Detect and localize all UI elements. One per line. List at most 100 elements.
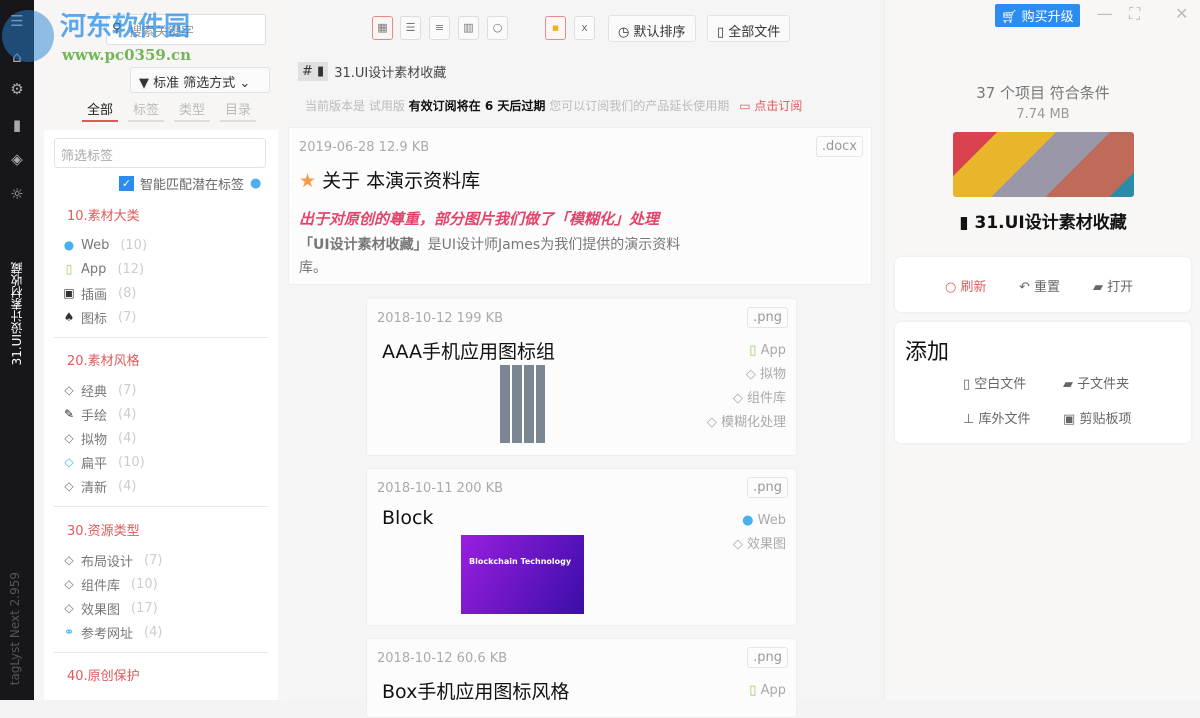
search-icon: ⚲ <box>112 21 122 36</box>
filter-tabs: 全部 标签 类型 目录 <box>82 99 256 122</box>
list-view-button[interactable]: ☰ <box>400 16 421 40</box>
tag-item[interactable]: ◇组件库(10) <box>54 572 268 596</box>
tag-item[interactable]: ◇效果图(17) <box>54 596 268 620</box>
filter-mode-dropdown[interactable]: ▼ 标准 筛选方式 ⌄ <box>130 67 270 93</box>
tag-list-card: 筛选标签 ✓智能匹配潜在标签● 10.素材大类 ●Web(10)▯App(12)▣… <box>44 130 278 700</box>
tag-web[interactable]: ● Web <box>733 509 786 533</box>
refresh-button[interactable]: ○ 刷新 <box>945 276 987 295</box>
tab-folders[interactable]: 目录 <box>220 99 256 122</box>
all-files-button[interactable]: ▯ 全部文件 <box>707 15 790 42</box>
tag-item-label: 拟物 <box>81 429 107 448</box>
masonry-view-button[interactable]: ▥ <box>458 16 479 40</box>
link-icon: ⚭ <box>62 625 76 639</box>
tab-tags[interactable]: 标签 <box>128 99 164 122</box>
tag-item[interactable]: ●Web(10) <box>54 233 268 257</box>
tag-icon[interactable]: ◈ <box>8 150 26 168</box>
folder-toggle-button[interactable]: ▪ <box>545 16 566 40</box>
item-count: 37 个项目 符合条件 <box>885 82 1200 103</box>
filter-tags-input[interactable]: 筛选标签 <box>54 138 266 168</box>
tag-item-label: 扁平 <box>81 453 107 472</box>
trial-notice: 当前版本是 试用版 有效订阅将在 6 天后过期 您可以订阅我们的产品延长使用期▭… <box>305 97 802 114</box>
tag-app[interactable]: ▯ App <box>707 339 786 363</box>
tag-icon: ◇ <box>746 367 756 382</box>
doc-card[interactable]: 2018-10-11 200 KB .png Block Blockchain … <box>366 468 797 626</box>
chevron-down-icon: ⌄ <box>239 76 250 91</box>
tag-item[interactable]: ⚭参考网址(4) <box>54 620 268 644</box>
smart-match-checkbox[interactable]: ✓智能匹配潜在标签● <box>119 174 261 193</box>
sun-icon[interactable]: ☼ <box>8 185 26 203</box>
tag-group: 40.原创保护 <box>54 665 268 693</box>
tag-item[interactable]: ◇经典(7) <box>54 378 268 402</box>
star-icon: ★ <box>299 170 316 192</box>
circle-view-button[interactable]: ○ <box>487 16 508 40</box>
tag-components[interactable]: ◇ 组件库 <box>707 387 786 411</box>
grid-view-button[interactable]: ▦ <box>372 16 393 40</box>
tag-blur[interactable]: ◇ 模糊化处理 <box>707 411 786 435</box>
tag-item-count: (10) <box>118 455 145 470</box>
breadcrumb-hash[interactable]: # ▮ <box>298 62 328 81</box>
buy-upgrade-button[interactable]: 🛒︎ 购买升级 <box>995 4 1080 27</box>
tag-group-title[interactable]: 30.资源类型 <box>67 520 268 540</box>
tag-item-label: 清新 <box>81 477 107 496</box>
tag-item[interactable]: ◇扁平(10) <box>54 450 268 474</box>
subscribe-link[interactable]: ▭ 点击订阅 <box>739 99 802 113</box>
open-button[interactable]: ▰ 打开 <box>1093 276 1133 295</box>
tag-item-count: (4) <box>118 407 136 422</box>
add-title: 添加 <box>905 334 949 366</box>
tag-item[interactable]: ◇清新(4) <box>54 474 268 498</box>
doc-title: Block <box>382 507 433 529</box>
gear-icon[interactable]: ⚙ <box>8 80 26 98</box>
import-icon: ⊥ <box>963 412 974 427</box>
doc-card[interactable]: 2018-10-12 60.6 KB .png Box手机应用图标风格 ▯ Ap… <box>366 638 797 718</box>
tag-item[interactable]: ▯App(12) <box>54 257 268 281</box>
menu-icon[interactable]: ☰ <box>8 12 26 30</box>
tag-group-title[interactable]: 40.原创保护 <box>67 665 268 685</box>
doc-ext-badge: .png <box>747 647 788 668</box>
library-name-text: 31.UI设计素材收藏 <box>975 213 1127 233</box>
filter-mode-label: 标准 筛选方式 <box>153 76 235 91</box>
tag-item-label: 布局设计 <box>81 551 133 570</box>
library-title-vertical: 31.UI设计素材收藏 <box>8 262 25 365</box>
globe-icon: ● <box>742 513 753 528</box>
sort-button[interactable]: ◷ 默认排序 <box>608 15 696 42</box>
globe-icon: ● <box>62 238 76 252</box>
reset-button[interactable]: ↶ 重置 <box>1019 276 1060 295</box>
tab-types[interactable]: 类型 <box>174 99 210 122</box>
app-sidebar: ☰ ⌂ ⚙ ▮ ◈ ☼ 31.UI设计素材收藏 tagLyst Next 2.9… <box>0 0 34 700</box>
tag-icon: ◇ <box>62 431 76 445</box>
tag-render[interactable]: ◇ 效果图 <box>733 533 786 557</box>
close-button[interactable]: ✕ <box>1175 4 1188 23</box>
tag-item[interactable]: ✎手绘(4) <box>54 402 268 426</box>
tag-app[interactable]: ▯ App <box>749 679 786 703</box>
doc-card[interactable]: 2018-10-12 199 KB .png AAA手机应用图标组 ▯ App … <box>366 298 797 456</box>
home-icon[interactable]: ⌂ <box>8 48 26 66</box>
tab-all[interactable]: 全部 <box>82 99 118 122</box>
notice-pre: 当前版本是 试用版 <box>305 99 405 113</box>
main-content: ▦ ☰ ≡ ▥ ○ ▪ x ◷ 默认排序 ▯ 全部文件 # ▮31.UI设计素材… <box>285 0 880 700</box>
book-icon[interactable]: ▮ <box>8 116 26 134</box>
tag-item[interactable]: ♠图标(7) <box>54 305 268 329</box>
tag-item[interactable]: ◇布局设计(7) <box>54 548 268 572</box>
pencil-icon: ✎ <box>62 407 76 421</box>
tag-group-title[interactable]: 10.素材大类 <box>67 205 268 225</box>
undo-icon: ↶ <box>1019 280 1030 295</box>
tag-group-title[interactable]: 20.素材风格 <box>67 350 268 370</box>
add-clipboard[interactable]: ▣ 剪贴板项 <box>1063 408 1131 427</box>
tag-icon: ◇ <box>62 577 76 591</box>
excel-toggle-button[interactable]: x <box>574 16 595 40</box>
search-input[interactable]: ⚲搜索关键字 <box>106 14 266 45</box>
add-subfolder[interactable]: ▰ 子文件夹 <box>1063 373 1129 392</box>
compact-view-button[interactable]: ≡ <box>429 16 450 40</box>
tag-item[interactable]: ◇拟物(4) <box>54 426 268 450</box>
doc-ext-badge: .png <box>747 307 788 328</box>
add-blank-file[interactable]: ▯ 空白文件 <box>963 373 1026 392</box>
file-icon: ▯ <box>717 25 724 40</box>
tag-skeuo[interactable]: ◇ 拟物 <box>707 363 786 387</box>
minimize-button[interactable]: — <box>1097 4 1113 23</box>
add-external-file[interactable]: ⊥ 库外文件 <box>963 408 1030 427</box>
add-box: 添加 ▯ 空白文件 ▰ 子文件夹 ⊥ 库外文件 ▣ 剪贴板项 <box>895 322 1191 443</box>
maximize-button[interactable]: ⛶ <box>1129 4 1140 24</box>
doc-card[interactable]: 2019-06-28 12.9 KB .docx ★ 关于 本演示资料库 出于对… <box>288 127 872 285</box>
tag-item[interactable]: ▣插画(8) <box>54 281 268 305</box>
checkbox-checked-icon: ✓ <box>119 176 134 191</box>
